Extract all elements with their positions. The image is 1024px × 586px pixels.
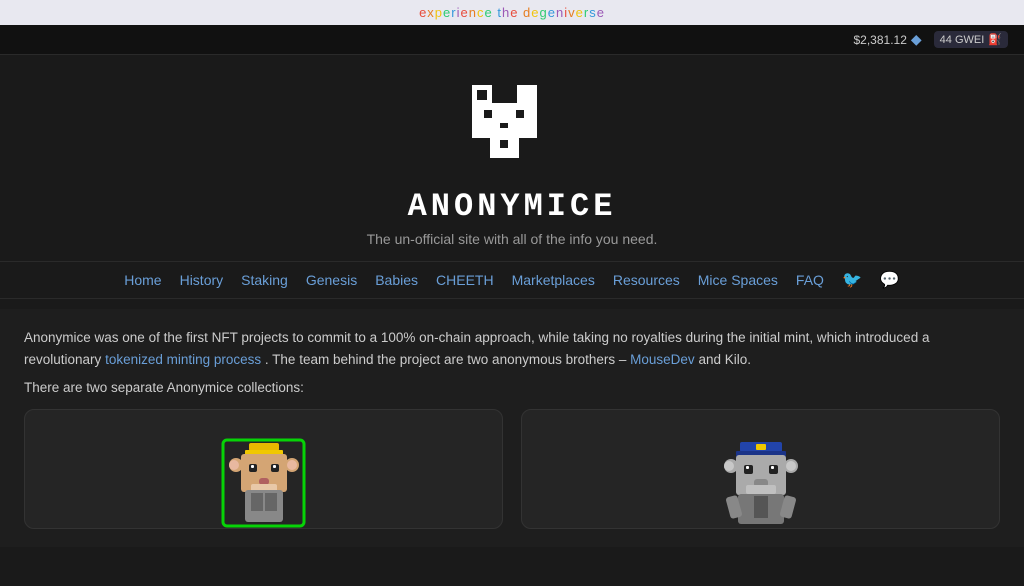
nav-home[interactable]: Home (124, 272, 161, 288)
eth-diamond-icon: ◆ (911, 31, 922, 48)
genesis-mouse-art (221, 438, 306, 528)
babies-mouse-art (718, 438, 803, 528)
eth-price-value: $2,381.12 (854, 33, 907, 47)
genesis-image (214, 428, 314, 528)
nav-twitter-icon[interactable]: 🐦 (842, 270, 862, 290)
genesis-card[interactable] (24, 409, 503, 529)
gas-icon: ⛽ (988, 33, 1002, 46)
nav-genesis[interactable]: Genesis (306, 272, 357, 288)
babies-image (711, 428, 811, 528)
nav-cheeth[interactable]: CHEETH (436, 272, 494, 288)
site-title: ANONYMICE (408, 188, 617, 225)
collections-intro: There are two separate Anonymice collect… (24, 380, 1000, 395)
site-subtitle: The un-official site with all of the inf… (367, 231, 658, 247)
mousedev-link[interactable]: MouseDev (630, 352, 695, 367)
nav-discord-icon[interactable]: 💬 (880, 270, 900, 290)
logo-container (462, 75, 562, 180)
gwei-badge: 44 GWEI ⛽ (934, 31, 1008, 48)
nav-faq[interactable]: FAQ (796, 272, 824, 288)
nav-history[interactable]: History (180, 272, 224, 288)
nav-mice-spaces[interactable]: Mice Spaces (698, 272, 778, 288)
collections-cards (24, 409, 1000, 529)
eth-price-bar: $2,381.12 ◆ 44 GWEI ⛽ (0, 25, 1024, 55)
intro-text-mid: . The team behind the project are two an… (265, 352, 626, 367)
top-banner: experience the degeniverse (0, 0, 1024, 25)
intro-paragraph: Anonymice was one of the first NFT proje… (24, 327, 1000, 370)
eth-price: $2,381.12 ◆ (854, 31, 922, 48)
anonymice-logo (462, 75, 562, 175)
nav-resources[interactable]: Resources (613, 272, 680, 288)
main-content: Anonymice was one of the first NFT proje… (0, 309, 1024, 547)
intro-text-end: and Kilo. (698, 352, 751, 367)
gwei-value: 44 GWEI (940, 34, 985, 46)
tokenized-minting-link[interactable]: tokenized minting process (105, 352, 261, 367)
nav-staking[interactable]: Staking (241, 272, 288, 288)
nav-babies[interactable]: Babies (375, 272, 418, 288)
babies-card[interactable] (521, 409, 1000, 529)
nav-marketplaces[interactable]: Marketplaces (512, 272, 595, 288)
banner-text: experience the degeniverse (419, 5, 605, 20)
main-nav: Home History Staking Genesis Babies CHEE… (0, 261, 1024, 299)
hero-section: ANONYMICE The un-official site with all … (0, 55, 1024, 309)
